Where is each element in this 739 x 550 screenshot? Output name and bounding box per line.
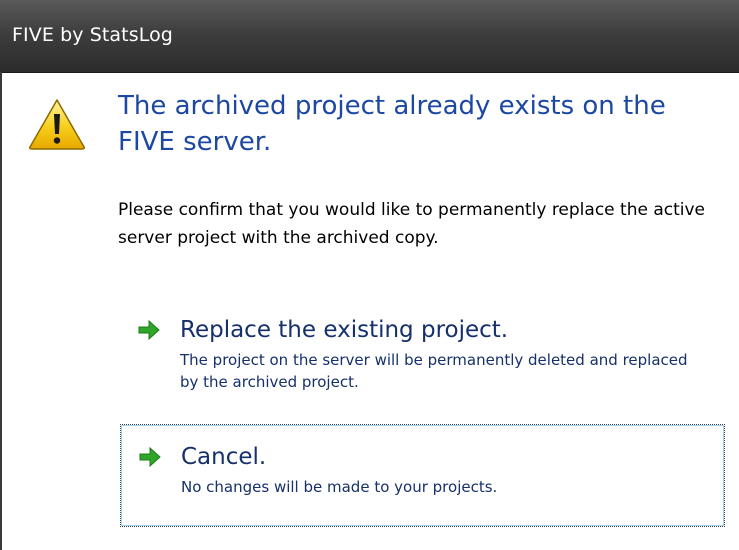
replace-project-label: Replace the existing project.: [180, 317, 509, 343]
window-title: FIVE by StatsLog: [12, 24, 173, 46]
warning-icon: [29, 99, 85, 150]
task-dialog-window: FIVE by StatsLog The archived project al…: [0, 0, 739, 550]
title-bar[interactable]: FIVE by StatsLog: [0, 0, 739, 73]
green-arrow-icon: [138, 320, 160, 340]
main-instruction: The archived project already exists on t…: [118, 91, 666, 157]
green-arrow-icon: [139, 447, 161, 467]
content-text: Please confirm that you would like to pe…: [118, 200, 706, 248]
replace-project-button[interactable]: Replace the existing project. The projec…: [120, 312, 725, 410]
replace-project-note: The project on the server will be perman…: [180, 351, 688, 391]
cancel-note: No changes will be made to your projects…: [181, 478, 498, 496]
cancel-label: Cancel.: [181, 444, 267, 470]
cancel-button[interactable]: Cancel. No changes will be made to your …: [120, 424, 725, 527]
